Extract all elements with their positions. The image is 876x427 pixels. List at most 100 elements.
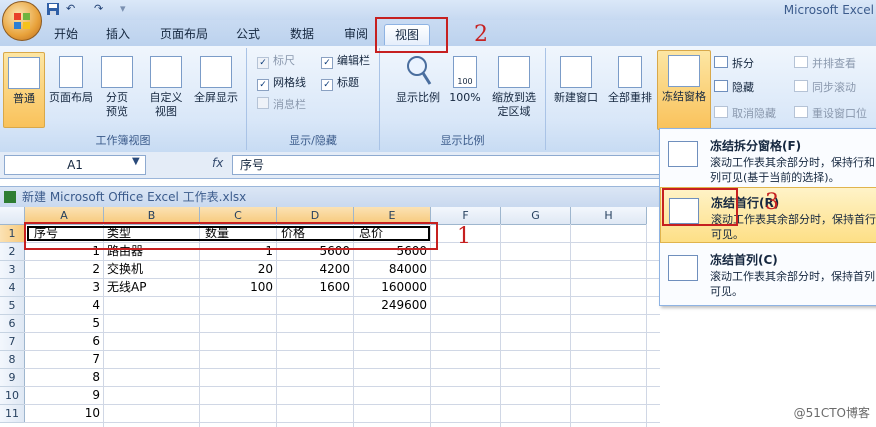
cell-a5[interactable]: 4 xyxy=(25,297,100,314)
custom-views-button[interactable]: 自定义视图 xyxy=(146,52,186,126)
formula-content: 序号 xyxy=(240,158,265,172)
sync-scroll-label: 同步滚动 xyxy=(812,81,856,94)
column-header-f[interactable]: F xyxy=(431,207,501,225)
normal-view-icon xyxy=(8,57,40,89)
zoom-button[interactable]: 显示比例 xyxy=(392,52,444,126)
fx-icon[interactable]: fx xyxy=(212,156,223,170)
zoom-100-button[interactable]: 100 100% xyxy=(447,52,483,126)
row-header[interactable]: 2 xyxy=(0,243,25,261)
tab-data[interactable]: 数据 xyxy=(282,24,322,44)
freeze-panes-button[interactable]: 冻结窗格 xyxy=(657,50,711,130)
cell-a10[interactable]: 9 xyxy=(25,387,100,404)
tab-review[interactable]: 审阅 xyxy=(336,24,376,44)
office-button[interactable] xyxy=(2,1,42,41)
full-screen-button[interactable]: 全屏显示 xyxy=(190,52,242,126)
row-header[interactable]: 8 xyxy=(0,351,25,369)
ruler-checkbox[interactable]: ✓ 标尺 xyxy=(257,53,295,69)
row-header[interactable]: 9 xyxy=(0,369,25,387)
redo-icon[interactable]: ↷ xyxy=(94,2,103,16)
hide-button[interactable]: 隐藏 xyxy=(714,80,754,96)
cell-d3[interactable]: 4200 xyxy=(277,261,350,278)
cell-a8[interactable]: 7 xyxy=(25,351,100,368)
cell-a7[interactable]: 6 xyxy=(25,333,100,350)
sync-scroll-icon xyxy=(794,80,808,92)
name-box[interactable]: A1 xyxy=(4,155,146,175)
zoom-label: 显示比例 xyxy=(396,91,440,104)
menu-item-desc: 滚动工作表其余部分时，保持行和列可见(基于当前的选择)。 xyxy=(710,156,875,184)
row-header[interactable]: 5 xyxy=(0,297,25,315)
name-box-dropdown-icon[interactable]: ▼ xyxy=(132,156,140,167)
zoom-to-selection-button[interactable]: 缩放到选定区域 xyxy=(486,52,542,126)
reset-window-button[interactable]: 重设窗口位 xyxy=(794,106,867,122)
row-header[interactable]: 10 xyxy=(0,387,25,405)
cell-d4[interactable]: 1600 xyxy=(277,279,350,296)
cell-e3[interactable]: 84000 xyxy=(354,261,427,278)
workbook-title: 新建 Microsoft Office Excel 工作表.xlsx xyxy=(22,190,247,204)
tab-page-layout[interactable]: 页面布局 xyxy=(152,24,216,44)
annotation-box-row1 xyxy=(24,222,438,250)
row-header[interactable]: 6 xyxy=(0,315,25,333)
office-logo-icon xyxy=(14,13,30,29)
annotation-number-3: 3 xyxy=(765,190,779,215)
unhide-icon xyxy=(714,106,728,118)
column-header-h[interactable]: H xyxy=(571,207,647,225)
cell-a9[interactable]: 8 xyxy=(25,369,100,386)
freeze-first-column-menu-item[interactable]: 冻结首列(C) 滚动工作表其余部分时，保持首列可见。 xyxy=(660,245,876,301)
row-header[interactable]: 4 xyxy=(0,279,25,297)
cell-a4[interactable]: 3 xyxy=(25,279,100,296)
gridlines-checkbox[interactable]: ✓ 网格线 xyxy=(257,75,306,91)
freeze-panes-label: 冻结窗格 xyxy=(662,90,706,103)
customize-toolbar-icon[interactable]: ▾ xyxy=(120,2,126,16)
column-header-g[interactable]: G xyxy=(501,207,571,225)
row-header[interactable]: 3 xyxy=(0,261,25,279)
undo-icon[interactable]: ↶ xyxy=(66,2,75,16)
normal-view-button[interactable]: 普通 xyxy=(3,52,45,128)
cell-b4[interactable]: 无线AP xyxy=(107,279,146,296)
cell-e4[interactable]: 160000 xyxy=(354,279,427,296)
formula-bar-label: 编辑栏 xyxy=(337,54,370,67)
reset-window-icon xyxy=(794,106,808,118)
cell-b3[interactable]: 交换机 xyxy=(107,261,143,278)
cell-c4[interactable]: 100 xyxy=(200,279,273,296)
annotation-box-freeze-top-row xyxy=(662,188,738,226)
cell-c3[interactable]: 20 xyxy=(200,261,273,278)
cell-a6[interactable]: 5 xyxy=(25,315,100,332)
cell-a3[interactable]: 2 xyxy=(25,261,100,278)
save-icon[interactable] xyxy=(46,2,60,16)
side-by-side-button[interactable]: 并排查看 xyxy=(794,56,856,72)
headings-checkbox[interactable]: ✓ 标题 xyxy=(321,75,359,91)
custom-views-icon xyxy=(150,56,182,88)
cell-e5[interactable]: 249600 xyxy=(354,297,427,314)
arrange-all-button[interactable]: 全部重排 xyxy=(604,52,656,126)
full-screen-label: 全屏显示 xyxy=(194,91,238,104)
page-break-preview-button[interactable]: 分页预览 xyxy=(99,52,135,126)
cell-a11[interactable]: 10 xyxy=(25,405,100,422)
freeze-panes-menu-item[interactable]: 冻结拆分窗格(F) 滚动工作表其余部分时，保持行和列可见(基于当前的选择)。 xyxy=(660,131,876,187)
select-all-corner[interactable] xyxy=(0,207,25,225)
normal-view-label: 普通 xyxy=(13,92,35,105)
hide-icon xyxy=(714,80,728,92)
tab-formulas[interactable]: 公式 xyxy=(230,24,266,44)
tab-insert[interactable]: 插入 xyxy=(100,24,136,44)
menu-item-desc: 滚动工作表其余部分时，保持首列可见。 xyxy=(710,270,875,298)
zoom-100-label: 100% xyxy=(449,91,481,104)
split-button[interactable]: 拆分 xyxy=(714,56,754,72)
page-layout-view-button[interactable]: 页面布局 xyxy=(46,52,96,126)
message-bar-label: 消息栏 xyxy=(273,98,306,111)
row-header[interactable]: 7 xyxy=(0,333,25,351)
formula-bar-checkbox[interactable]: ✓ 编辑栏 xyxy=(321,53,370,69)
headings-label: 标题 xyxy=(337,76,359,89)
sync-scroll-button[interactable]: 同步滚动 xyxy=(794,80,856,96)
row-header[interactable]: 1 xyxy=(0,225,25,243)
new-window-button[interactable]: 新建窗口 xyxy=(550,52,602,126)
unhide-button[interactable]: 取消隐藏 xyxy=(714,106,776,122)
page-break-icon xyxy=(101,56,133,88)
menu-item-title: 冻结拆分窗格(F) xyxy=(710,139,802,153)
excel-file-icon xyxy=(4,191,16,203)
row-header[interactable]: 11 xyxy=(0,405,25,423)
page-layout-icon xyxy=(59,56,83,88)
annotation-number-2: 2 xyxy=(474,22,488,47)
watermark: @51CTO博客 xyxy=(793,406,870,420)
message-bar-checkbox[interactable]: 消息栏 xyxy=(257,97,306,113)
tab-home[interactable]: 开始 xyxy=(48,24,84,44)
